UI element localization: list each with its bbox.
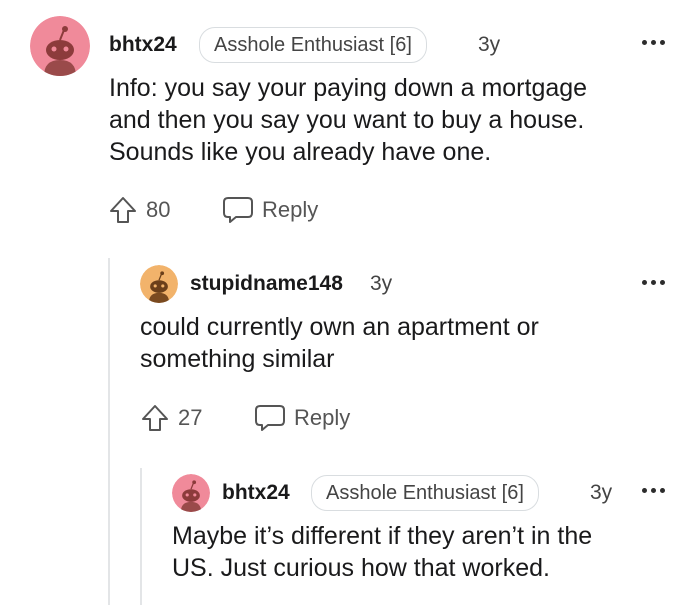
vote-control[interactable]: 80 xyxy=(108,195,170,225)
comment-body-line: Info: you say your paying down a mortgag… xyxy=(109,74,588,102)
avatar[interactable] xyxy=(30,16,90,76)
speech-bubble-icon xyxy=(223,197,253,223)
comment-age[interactable]: 3y xyxy=(478,33,500,57)
user-flair: Asshole Enthusiast [6] xyxy=(311,475,539,511)
comment-body: Maybe it’s different if they aren’t in t… xyxy=(172,520,682,584)
more-options-icon[interactable] xyxy=(640,485,666,495)
thread-line-level-1[interactable] xyxy=(108,258,110,605)
reply-button[interactable]: Reply xyxy=(222,195,318,225)
comment-body-line: something similar xyxy=(140,345,335,373)
comment-username[interactable]: bhtx24 xyxy=(109,33,177,57)
comment-body-line: Maybe it’s different if they aren’t in t… xyxy=(172,522,593,550)
vote-count: 27 xyxy=(178,405,203,430)
comment-username[interactable]: bhtx24 xyxy=(222,481,290,505)
reply-label: Reply xyxy=(294,405,351,430)
comment-username[interactable]: stupidname148 xyxy=(190,272,343,296)
comment-body-line: Sounds like you already have one. xyxy=(109,138,492,166)
upvote-arrow-icon[interactable] xyxy=(140,403,170,433)
comment-body-line: could currently own an apartment or xyxy=(140,313,539,341)
more-options-icon[interactable] xyxy=(640,277,666,287)
vote-count: 80 xyxy=(146,197,171,222)
comment-body: could currently own an apartment or some… xyxy=(140,311,670,375)
comment-age[interactable]: 3y xyxy=(370,272,392,296)
speech-bubble-icon xyxy=(255,405,285,431)
comment-age[interactable]: 3y xyxy=(590,481,612,505)
reply-label: Reply xyxy=(262,197,319,222)
user-flair: Asshole Enthusiast [6] xyxy=(199,27,427,63)
reply-button[interactable]: Reply xyxy=(254,403,350,433)
snoo-avatar-icon xyxy=(30,16,90,76)
comment-body-line: US. Just curious how that worked. xyxy=(172,554,550,582)
thread-line-level-2[interactable] xyxy=(140,468,142,605)
snoo-avatar-icon xyxy=(172,474,210,512)
avatar[interactable] xyxy=(172,474,210,512)
comment-body-line: and then you say you want to buy a house… xyxy=(109,106,585,134)
avatar[interactable] xyxy=(140,265,178,303)
vote-control[interactable]: 27 xyxy=(140,403,202,433)
upvote-arrow-icon[interactable] xyxy=(108,195,138,225)
more-options-icon[interactable] xyxy=(640,37,666,47)
snoo-avatar-icon xyxy=(140,265,178,303)
comment-body: Info: you say your paying down a mortgag… xyxy=(109,72,669,168)
